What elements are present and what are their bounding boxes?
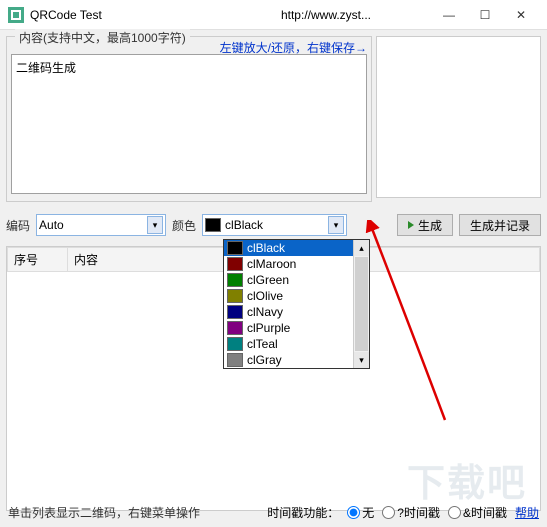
maximize-button[interactable]: ☐ bbox=[467, 3, 503, 27]
color-option-label: clPurple bbox=[247, 321, 290, 335]
dropdown-scrollbar[interactable]: ▴▾ bbox=[353, 240, 369, 368]
content-legend: 内容(支持中文，最高1000字符) bbox=[15, 29, 190, 46]
minimize-button[interactable]: — bbox=[431, 3, 467, 27]
encoding-combobox[interactable]: Auto ▾ bbox=[36, 214, 166, 236]
color-swatch-icon bbox=[227, 305, 243, 319]
color-swatch-icon bbox=[227, 321, 243, 335]
color-option[interactable]: clNavy bbox=[224, 304, 369, 320]
color-swatch-icon bbox=[227, 353, 243, 367]
radio-none[interactable]: 无 bbox=[347, 504, 374, 521]
color-swatch-icon bbox=[205, 218, 221, 232]
encoding-value: Auto bbox=[39, 218, 147, 232]
timestamp-label: 时间戳功能： bbox=[267, 504, 339, 521]
color-option[interactable]: clBlack bbox=[224, 240, 369, 256]
color-option-label: clMaroon bbox=[247, 257, 296, 271]
color-combobox[interactable]: clBlack ▾ bbox=[202, 214, 347, 236]
encoding-label: 编码 bbox=[6, 217, 30, 234]
color-option-label: clGray bbox=[247, 353, 282, 367]
color-value: clBlack bbox=[225, 218, 328, 232]
color-swatch-icon bbox=[227, 241, 243, 255]
color-swatch-icon bbox=[227, 337, 243, 351]
footer-bar: 单击列表显示二维码，右键菜单操作 时间戳功能： 无 ?时间戳 &时间戳 帮助 bbox=[8, 504, 539, 521]
radio-ampersand[interactable]: &时间戳 bbox=[448, 504, 507, 521]
content-groupbox: 内容(支持中文，最高1000字符) 左键放大/还原，右键保存→ bbox=[6, 36, 372, 202]
color-option-label: clOlive bbox=[247, 289, 283, 303]
generate-record-label: 生成并记录 bbox=[470, 217, 530, 234]
window-url: http://www.zyst... bbox=[281, 8, 371, 22]
chevron-down-icon: ▾ bbox=[147, 216, 163, 234]
chevron-down-icon: ▾ bbox=[328, 216, 344, 234]
title-bar: QRCode Test http://www.zyst... — ☐ ✕ bbox=[0, 0, 547, 30]
col-seq[interactable]: 序号 bbox=[8, 248, 68, 272]
window-title: QRCode Test bbox=[30, 8, 102, 22]
color-swatch-icon bbox=[227, 289, 243, 303]
generate-label: 生成 bbox=[418, 217, 442, 234]
color-label: 颜色 bbox=[172, 217, 196, 234]
app-icon bbox=[8, 7, 24, 23]
help-link[interactable]: 帮助 bbox=[515, 504, 539, 521]
close-button[interactable]: ✕ bbox=[503, 3, 539, 27]
qr-preview-panel[interactable] bbox=[376, 36, 541, 198]
radio-question[interactable]: ?时间戳 bbox=[382, 504, 440, 521]
color-option[interactable]: clOlive bbox=[224, 288, 369, 304]
color-option[interactable]: clTeal bbox=[224, 336, 369, 352]
color-option[interactable]: clMaroon bbox=[224, 256, 369, 272]
color-option-label: clBlack bbox=[247, 241, 285, 255]
footer-hint: 单击列表显示二维码，右键菜单操作 bbox=[8, 504, 200, 521]
generate-record-button[interactable]: 生成并记录 bbox=[459, 214, 541, 236]
color-option[interactable]: clGray bbox=[224, 352, 369, 368]
color-option-label: clTeal bbox=[247, 337, 278, 351]
play-icon bbox=[408, 221, 414, 229]
color-dropdown-list[interactable]: clBlack clMaroon clGreen clOlive clNavy clPur… bbox=[223, 239, 370, 369]
color-option[interactable]: clPurple bbox=[224, 320, 369, 336]
generate-button[interactable]: 生成 bbox=[397, 214, 453, 236]
color-option[interactable]: clGreen bbox=[224, 272, 369, 288]
color-option-label: clGreen bbox=[247, 273, 289, 287]
zoom-hint: 左键放大/还原，右键保存→ bbox=[220, 39, 367, 56]
color-option-label: clNavy bbox=[247, 305, 283, 319]
color-swatch-icon bbox=[227, 273, 243, 287]
color-swatch-icon bbox=[227, 257, 243, 271]
content-textarea[interactable] bbox=[11, 54, 367, 194]
